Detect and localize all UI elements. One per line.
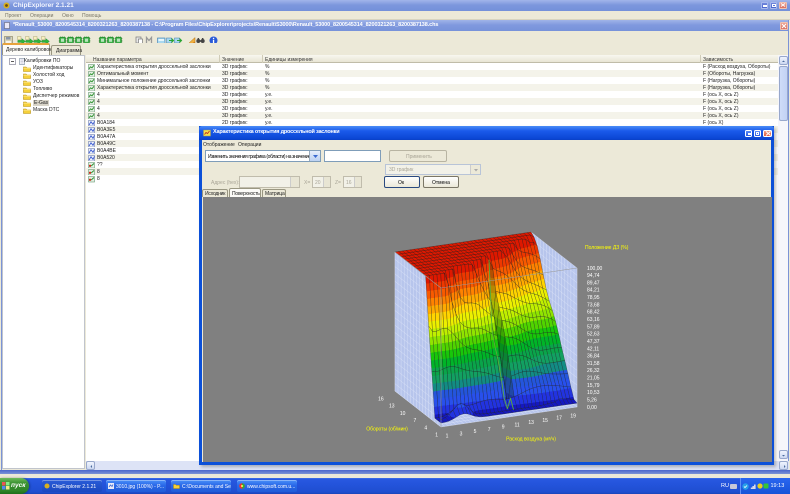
svg-text:31,58: 31,58 bbox=[587, 361, 600, 367]
svg-text:7: 7 bbox=[414, 418, 417, 424]
svg-text:84,21: 84,21 bbox=[587, 288, 600, 294]
svg-text:16: 16 bbox=[378, 397, 384, 403]
svg-text:94,74: 94,74 bbox=[587, 273, 600, 279]
svg-text:100,00: 100,00 bbox=[587, 266, 603, 272]
svg-text:10,53: 10,53 bbox=[587, 390, 600, 396]
svg-text:19: 19 bbox=[570, 414, 576, 420]
svg-text:57,89: 57,89 bbox=[587, 324, 600, 330]
svg-text:9: 9 bbox=[502, 425, 505, 431]
svg-text:42,11: 42,11 bbox=[587, 346, 599, 352]
svg-text:5: 5 bbox=[474, 429, 477, 435]
svg-text:68,42: 68,42 bbox=[587, 310, 600, 316]
svg-text:26,32: 26,32 bbox=[587, 368, 600, 374]
svg-text:1: 1 bbox=[435, 433, 438, 439]
svg-text:13: 13 bbox=[389, 404, 395, 410]
svg-text:1: 1 bbox=[446, 434, 449, 440]
svg-text:4: 4 bbox=[424, 425, 427, 431]
svg-text:Расход воздуха (м³/ч): Расход воздуха (м³/ч) bbox=[506, 437, 556, 443]
svg-text:17: 17 bbox=[556, 416, 562, 422]
svg-text:36,84: 36,84 bbox=[587, 354, 600, 360]
svg-text:89,47: 89,47 bbox=[587, 280, 600, 286]
svg-text:3: 3 bbox=[460, 431, 463, 437]
svg-text:11: 11 bbox=[514, 422, 519, 428]
svg-text:15,79: 15,79 bbox=[587, 383, 600, 389]
svg-text:52,63: 52,63 bbox=[587, 332, 600, 338]
svg-text:47,37: 47,37 bbox=[587, 339, 600, 345]
svg-text:78,95: 78,95 bbox=[587, 295, 600, 301]
svg-text:63,16: 63,16 bbox=[587, 317, 600, 323]
svg-text:73,68: 73,68 bbox=[587, 302, 600, 308]
svg-text:7: 7 bbox=[488, 427, 491, 433]
svg-text:Положение ДЗ (%): Положение ДЗ (%) bbox=[585, 245, 629, 251]
svg-text:10: 10 bbox=[400, 411, 406, 417]
svg-text:0,00: 0,00 bbox=[587, 405, 597, 411]
svg-text:Обороты (об/мин): Обороты (об/мин) bbox=[366, 427, 408, 433]
svg-text:15: 15 bbox=[542, 418, 548, 424]
svg-text:13: 13 bbox=[528, 420, 534, 426]
svg-text:5,26: 5,26 bbox=[587, 398, 597, 404]
svg-text:21,05: 21,05 bbox=[587, 376, 600, 382]
